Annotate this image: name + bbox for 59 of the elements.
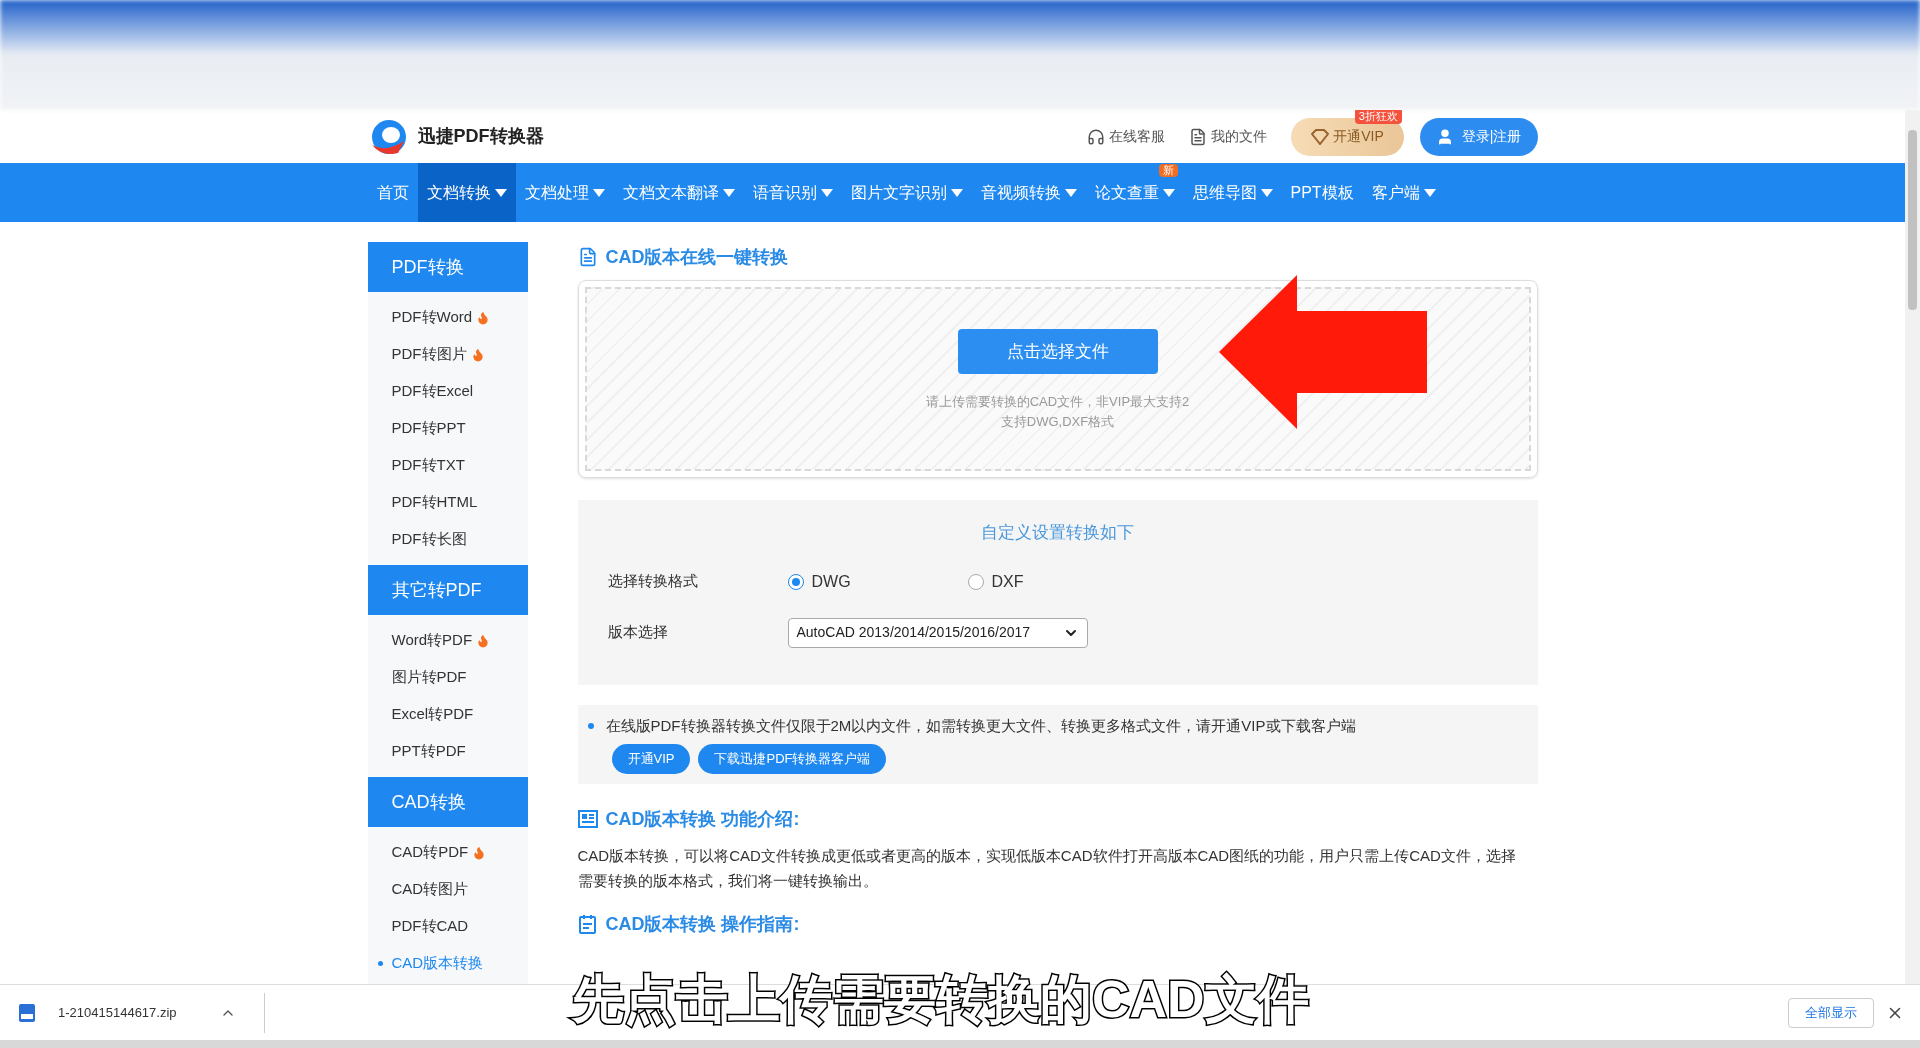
sidebar-item[interactable]: PDF转图片 <box>367 336 528 373</box>
sidebar-item[interactable]: 图片转PDF <box>367 659 528 696</box>
section-title: CAD版本在线一键转换 <box>605 245 789 269</box>
headset-icon <box>1087 127 1106 146</box>
sidebar-item[interactable]: PDF转Excel <box>367 373 528 410</box>
sidebar-item[interactable]: PDF转TXT <box>367 447 528 484</box>
new-badge: 新 <box>1158 164 1178 177</box>
nav-tab[interactable]: 图片文字识别 <box>841 178 972 208</box>
promo-badge: 3折狂欢 <box>1354 110 1402 124</box>
document-icon <box>1189 127 1208 146</box>
nav-tab[interactable]: 文档文本翻译 <box>613 178 744 208</box>
upload-hint: 支持DWG,DXF格式 <box>1000 412 1115 431</box>
format-radio[interactable]: DWG <box>787 569 968 594</box>
logo-text: 迅捷PDF转换器 <box>417 125 544 148</box>
sidebar-item[interactable]: CAD转PDF <box>367 834 528 871</box>
sidebar-item[interactable]: PDF转长图 <box>367 521 528 558</box>
nav-tab[interactable]: 首页 <box>367 178 418 208</box>
sidebar-item[interactable]: CAD转图片 <box>367 871 528 908</box>
sidebar-item[interactable]: CAD版本转换 <box>367 945 528 982</box>
my-files-link[interactable]: 我的文件 <box>1189 126 1268 147</box>
sidebar-item[interactable]: PDF转CAD <box>367 908 528 945</box>
nav-tab[interactable]: 文档处理 <box>515 178 614 208</box>
section-title: CAD版本转换 操作指南: <box>605 912 800 936</box>
download-client-button[interactable]: 下载迅捷PDF转换器客户端 <box>698 743 887 774</box>
bullet-icon <box>587 723 594 730</box>
field-label: 版本选择 <box>607 622 669 643</box>
intro-paragraph: CAD版本转换，可以将CAD文件转换成更低或者更高的版本，实现低版本CAD软件打开高版本CAD图纸的功能，用户只需上传CAD文件，选择需要转换的版本格式，我们将一键转换输出。 <box>577 845 1517 891</box>
nav-tab[interactable]: 音视频转换 <box>971 178 1086 208</box>
section-title: CAD版本转换 功能介绍: <box>605 807 800 831</box>
nav-tab[interactable]: PPT模板 <box>1281 178 1363 208</box>
nav-tab[interactable]: 文档转换 <box>417 163 516 222</box>
nav-tab[interactable]: 论文查重 <box>1085 178 1184 208</box>
show-all-button[interactable]: 全部显示 <box>1788 997 1874 1028</box>
nav-tab[interactable]: 语音识别 <box>743 178 842 208</box>
sidebar-item[interactable]: PDF转PPT <box>367 410 528 447</box>
sidebar-heading: PDF转换 <box>367 242 528 292</box>
field-label: 选择转换格式 <box>607 571 699 592</box>
nav-tab[interactable]: 思维导图 <box>1183 178 1282 208</box>
diamond-icon <box>1311 128 1330 145</box>
sidebar-heading: 其它转PDF <box>367 565 528 615</box>
nav-tab[interactable]: 客户端 <box>1362 178 1445 208</box>
version-select[interactable]: AutoCAD 2013/2014/2015/2016/2017 <box>787 617 1088 648</box>
zip-file-icon <box>16 1001 38 1024</box>
bullet-icon <box>377 961 383 966</box>
sidebar-item[interactable]: PDF转Word <box>367 299 528 336</box>
sidebar-item[interactable]: PDF转HTML <box>367 484 528 521</box>
sidebar-heading: CAD转换 <box>367 777 528 827</box>
upload-hint: 请上传需要转换的CAD文件，非VIP最大支持2 <box>925 393 1190 411</box>
vip-button[interactable]: 开通VIP <box>611 743 691 774</box>
clipboard-icon <box>577 914 598 934</box>
news-icon <box>577 810 598 828</box>
sidebar-item[interactable]: Excel转PDF <box>367 696 528 733</box>
customer-service-link[interactable]: 在线客服 <box>1087 126 1166 147</box>
format-radio[interactable]: DXF <box>967 569 1148 594</box>
notice-text: 在线版PDF转换器转换文件仅限于2M以内文件，如需转换更大文件、转换更多格式文件，请开通VIP或下载客户端 <box>605 716 1356 736</box>
download-filename[interactable]: 1-210415144617.zip <box>58 1002 208 1023</box>
settings-title: 自定义设置转换如下 <box>981 522 1134 544</box>
sidebar-item[interactable]: PPT转PDF <box>367 733 528 770</box>
sidebar-item[interactable]: Word转PDF <box>367 622 528 659</box>
